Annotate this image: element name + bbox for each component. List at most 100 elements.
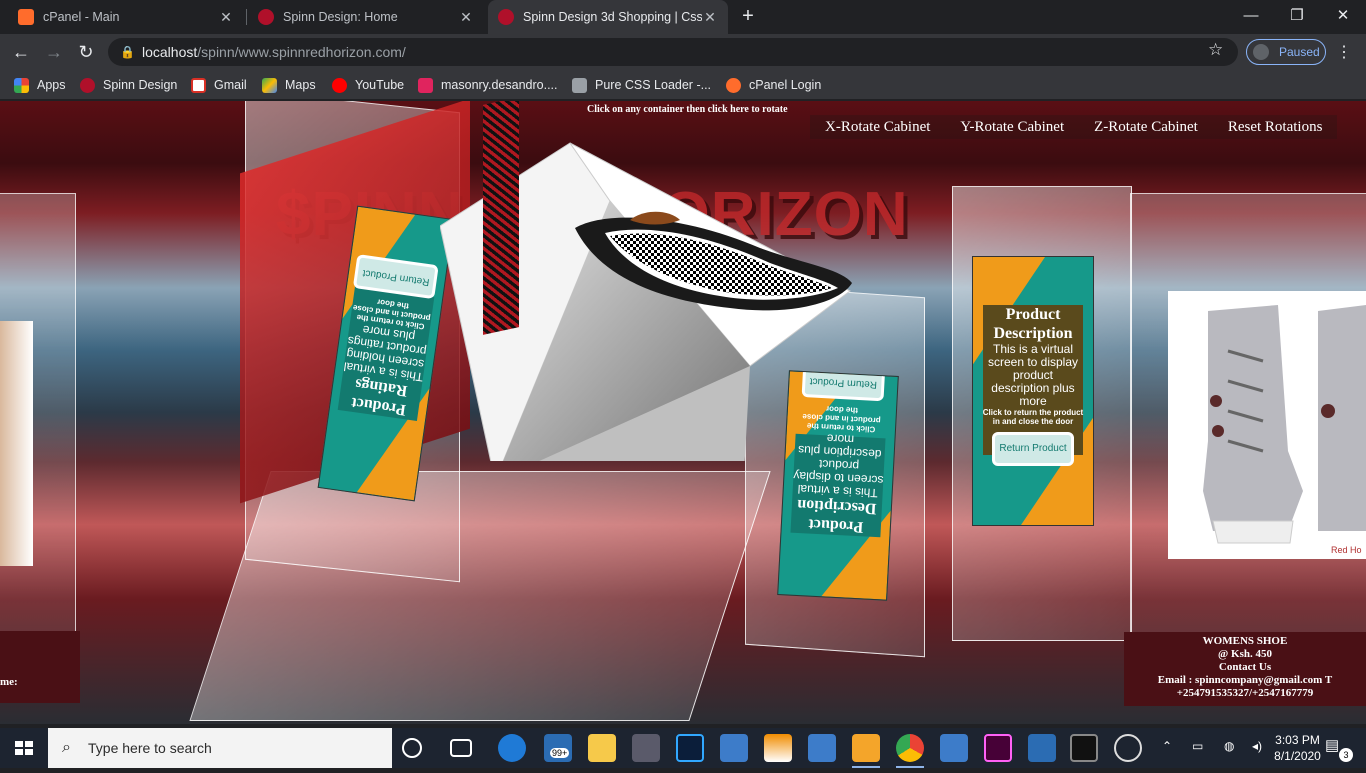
product-description-card-right[interactable]: Product Description This is a virtual sc… (972, 256, 1094, 526)
spinn-icon (498, 9, 514, 25)
bookmark-maps[interactable]: Maps (262, 75, 316, 95)
loader-icon (572, 77, 587, 93)
chevron-up-icon[interactable]: ⌃ (1162, 739, 1172, 753)
card-title: Product Description (993, 306, 1073, 343)
photoshop-icon[interactable] (676, 734, 704, 762)
terminal-icon[interactable] (1070, 734, 1098, 762)
app-window-icon[interactable] (808, 734, 836, 762)
tab-spinn-3d-shopping[interactable]: Spinn Design 3d Shopping | Css ✕ (488, 0, 728, 34)
y-rotate-button[interactable]: Y-Rotate Cabinet (945, 115, 1080, 139)
restore-button[interactable]: ❐ (1274, 0, 1320, 32)
product-image-boot[interactable] (1168, 291, 1366, 559)
return-product-button[interactable]: Return Product (801, 370, 886, 401)
tab-spinn-home[interactable]: Spinn Design: Home ✕ (248, 0, 484, 34)
browser-toolbar: ← → ↻ 🔒 localhost/spinn/www.spinnredhori… (0, 34, 1366, 70)
notification-icon[interactable]: ▤ 3 (1325, 736, 1353, 762)
bookmark-cpanel-login[interactable]: cPanel Login (726, 75, 821, 95)
return-product-button[interactable]: Return Product (992, 432, 1074, 467)
menu-icon[interactable]: ⋮ (1336, 42, 1352, 62)
profile-status: Paused (1279, 45, 1320, 59)
reset-rotations-button[interactable]: Reset Rotations (1212, 115, 1338, 139)
address-bar[interactable]: 🔒 localhost/spinn/www.spinnredhorizon.co… (108, 38, 1238, 66)
adobe-xd-icon[interactable] (984, 734, 1012, 762)
bookmark-star-icon[interactable]: ☆ (1208, 40, 1223, 60)
minimize-button[interactable]: — (1228, 0, 1274, 32)
globe-icon[interactable]: ◍ (1224, 739, 1234, 753)
windows-taskbar: ⌕ Type here to search 99+ ⌃ ▭ ◍ ◂) 3:03 … (0, 728, 1366, 768)
tab-strip: cPanel - Main ✕ Spinn Design: Home ✕ Spi… (0, 0, 1366, 34)
glass-floor-panel (189, 471, 771, 721)
tag-text: me: (0, 676, 18, 688)
media-app-icon[interactable] (1114, 734, 1142, 762)
x-rotate-button[interactable]: X-Rotate Cabinet (810, 115, 946, 139)
youtube-icon (332, 77, 347, 93)
bookmark-label: cPanel Login (749, 78, 822, 92)
app-window-icon[interactable] (720, 734, 748, 762)
close-icon[interactable]: ✕ (218, 9, 234, 26)
product-tag-right: WOMENS SHOE @ Ksh. 450 Contact Us Email … (1124, 632, 1366, 706)
store-icon[interactable] (632, 734, 660, 762)
product-image-left[interactable] (0, 321, 33, 566)
edge-icon[interactable] (498, 734, 526, 762)
bookmarks-bar: Apps Spinn Design Gmail Maps YouTube mas… (0, 70, 1366, 100)
card-note: Click to return the product in and close… (982, 408, 1084, 427)
close-icon[interactable]: ✕ (458, 9, 474, 26)
horizontal-scrollbar[interactable] (0, 724, 1366, 726)
close-icon[interactable]: ✕ (702, 9, 718, 26)
taskbar-clock[interactable]: 3:03 PM 8/1/2020 (1270, 732, 1325, 764)
volume-icon[interactable]: ◂) (1252, 739, 1262, 753)
bookmark-label: Gmail (214, 78, 247, 92)
profile-button[interactable]: Paused (1246, 39, 1326, 65)
sublime-icon[interactable] (852, 734, 880, 768)
mail-badge: 99+ (550, 748, 570, 758)
url-host: localhost (142, 44, 198, 60)
cortana-icon[interactable] (402, 738, 422, 758)
reload-button[interactable]: ↻ (74, 40, 98, 64)
apps-grid-icon (14, 77, 29, 93)
tab-title: Spinn Design: Home (283, 10, 398, 24)
bookmark-gmail[interactable]: Gmail (191, 75, 247, 95)
return-product-button[interactable]: Return Product (353, 253, 440, 299)
tab-title: cPanel - Main (43, 10, 120, 24)
clock-time: 3:03 PM (1275, 733, 1320, 747)
contact-heading: Contact Us (1218, 661, 1272, 673)
masonry-icon (418, 77, 433, 93)
vlc-icon[interactable] (764, 734, 792, 762)
cpanel-icon (726, 77, 741, 93)
app-window-icon[interactable] (940, 734, 968, 762)
product-image-sandal[interactable] (570, 208, 855, 318)
bookmark-label: Maps (285, 78, 316, 92)
search-placeholder: Type here to search (88, 740, 212, 756)
file-explorer-icon[interactable] (588, 734, 616, 762)
avatar (1253, 44, 1269, 60)
bookmark-spinn-design[interactable]: Spinn Design (80, 75, 177, 95)
gmail-icon (191, 77, 206, 93)
battery-icon[interactable]: ▭ (1192, 739, 1203, 753)
network-app-icon[interactable] (1028, 734, 1056, 762)
product-description-card-center[interactable]: Product Description This is a virtual sc… (777, 370, 899, 601)
info-icon[interactable]: 🔒 (120, 38, 135, 66)
back-button[interactable]: ← (9, 40, 33, 64)
taskbar-search[interactable]: ⌕ Type here to search (48, 728, 392, 768)
card-body: This is a virtual screen to display prod… (793, 430, 884, 500)
close-window-button[interactable]: ✕ (1320, 0, 1366, 32)
task-view-icon[interactable] (450, 739, 472, 757)
new-tab-button[interactable]: + (737, 5, 759, 27)
card-title: Product Description (796, 495, 877, 535)
forward-button[interactable]: → (42, 40, 66, 64)
start-button[interactable] (0, 728, 48, 768)
bookmark-label: Pure CSS Loader -... (595, 78, 712, 92)
shop-stage: $PINN REDHORIZON me: Product Ratings Thi… (0, 101, 1366, 724)
chrome-icon[interactable] (896, 734, 924, 768)
bookmark-label: masonry.desandro.... (441, 78, 558, 92)
tab-title: Spinn Design 3d Shopping | Css (523, 10, 702, 24)
contact-email: Email : spinncompany@gmail.com T (1157, 674, 1333, 686)
search-icon: ⌕ (62, 739, 71, 756)
z-rotate-button[interactable]: Z-Rotate Cabinet (1079, 115, 1213, 139)
mail-icon[interactable]: 99+ (544, 734, 572, 762)
bookmark-youtube[interactable]: YouTube (332, 75, 404, 95)
bookmark-masonry[interactable]: masonry.desandro.... (418, 75, 558, 95)
bookmark-apps[interactable]: Apps (14, 75, 66, 95)
tab-cpanel[interactable]: cPanel - Main ✕ (8, 0, 244, 34)
bookmark-pure-css-loader[interactable]: Pure CSS Loader -... (572, 75, 711, 95)
